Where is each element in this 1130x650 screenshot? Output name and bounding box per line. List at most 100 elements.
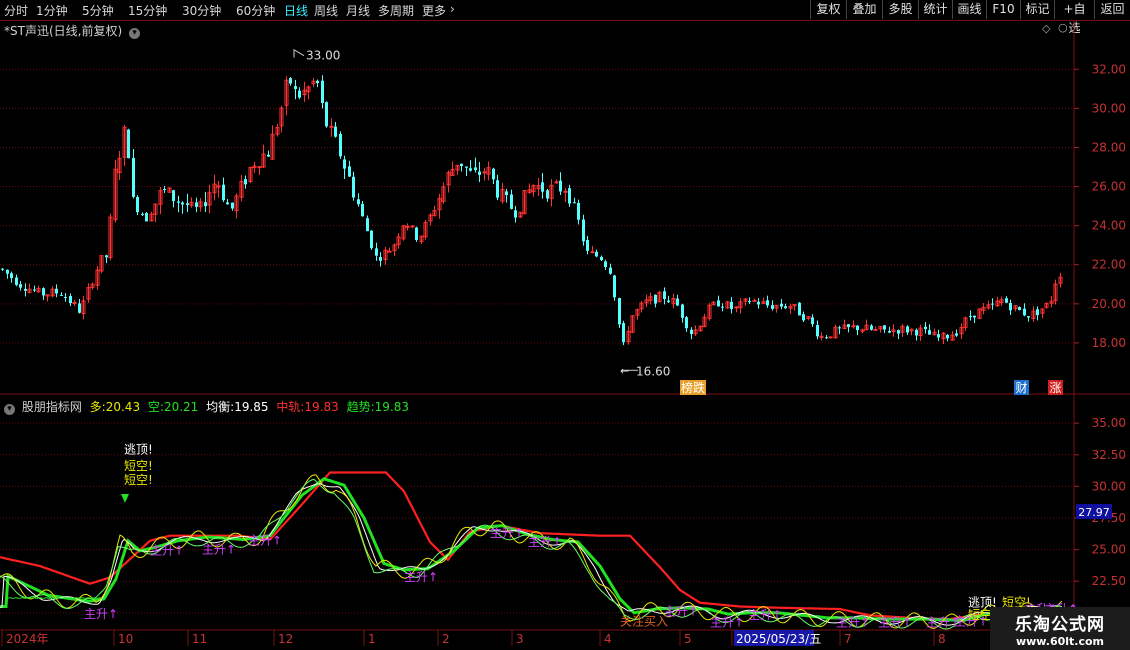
short-label: 空: — [147, 400, 164, 414]
candle-body-down — [946, 334, 949, 339]
candle-body-down — [613, 275, 616, 298]
current-value-tag: 27.97 — [1078, 506, 1110, 519]
candle-body-down — [667, 300, 670, 303]
candle-body-down — [64, 297, 67, 299]
candle-body-down — [163, 189, 166, 191]
candle-body-down — [816, 325, 819, 337]
candle-body-up — [387, 250, 392, 253]
candle-body-up — [257, 166, 262, 169]
candle-body-down — [361, 203, 364, 217]
time-axis-label: 7 — [844, 632, 852, 646]
candle-body-down — [244, 179, 247, 185]
stock-chart-canvas[interactable]: 32.00 30.00 28.00 26.00 24.00 22.00 20.00 18.00… — [0, 0, 1130, 650]
candle-body-down — [181, 202, 184, 205]
main-chart-title-bar: *ST声迅(日线,前复权) ▾ — [4, 22, 140, 39]
candle-body-down — [127, 129, 130, 159]
main-y-tick-label: 30.00 — [1092, 101, 1126, 115]
chevron-down-icon[interactable]: ▾ — [128, 28, 140, 39]
candle-body-down — [784, 306, 787, 309]
time-axis-label: 3 — [516, 632, 524, 646]
candle-body-down — [798, 302, 801, 316]
candle-body-down — [415, 227, 418, 241]
short-value: 20.21 — [163, 400, 199, 414]
candle-body-down — [717, 300, 720, 307]
candle-body-down — [78, 303, 81, 313]
diamond-icon[interactable]: ◇ — [1042, 22, 1050, 35]
indicator-name: 股朋指标网 — [21, 400, 82, 414]
circle-icon[interactable]: ○ — [1058, 21, 1068, 34]
candle-body-down — [33, 289, 36, 291]
candle-body-down — [325, 102, 328, 127]
candle-body-down — [465, 166, 468, 168]
candle-body-down — [24, 288, 27, 291]
dense-signal-mark: ∽ — [94, 591, 103, 604]
candle-body-down — [573, 202, 576, 204]
candle-body-down — [780, 303, 783, 307]
candle-body-up — [828, 336, 833, 339]
candle-body-down — [811, 317, 814, 325]
candle-body-down — [15, 277, 18, 285]
candle-body-down — [825, 337, 828, 339]
candle-body-down — [838, 327, 841, 329]
trend-label: 趋势: — [346, 400, 375, 414]
main-rise-signal: 主升↑ — [664, 604, 698, 618]
candle-body-down — [366, 218, 369, 232]
short-empty-signal: 短空! — [124, 459, 153, 473]
balance-label: 均衡: — [206, 400, 235, 414]
candle-body-down — [595, 251, 598, 257]
indicator-y-tick-label: 35.00 — [1092, 416, 1126, 430]
candle-body-down — [505, 191, 508, 196]
candle-body-down — [226, 202, 229, 205]
candle-body-down — [379, 257, 382, 261]
main-y-tick-label: 32.00 — [1092, 62, 1126, 76]
main-y-tick-label: 20.00 — [1092, 297, 1126, 311]
candle-body-down — [334, 126, 337, 137]
candle-body-down — [541, 182, 544, 192]
main-rise-signal: 主升↑ — [404, 570, 438, 584]
main-y-tick-label: 26.00 — [1092, 180, 1126, 194]
candle-body-down — [856, 325, 859, 331]
candle-body-down — [802, 314, 805, 321]
candle-body-down — [195, 202, 198, 207]
candle-body-up — [752, 299, 757, 302]
candle-body-down — [231, 202, 234, 209]
time-axis-label: 2024年 — [6, 632, 49, 646]
candle-body-down — [469, 168, 472, 171]
candle-body-down — [1009, 303, 1012, 311]
candle-body-down — [937, 334, 940, 338]
candle-body-down — [186, 203, 189, 206]
main-rise-signal: 主升↑ — [748, 608, 782, 622]
candle-body-up — [873, 328, 878, 331]
balance-value: 19.85 — [234, 400, 269, 414]
candlestick-series — [1, 75, 1063, 346]
time-axis-label: 12 — [278, 632, 293, 646]
candle-body-down — [663, 291, 666, 299]
event-badge: 财 — [1015, 381, 1027, 395]
main-rise-signal: 主升↑ — [150, 544, 184, 558]
candle-body-down — [10, 273, 13, 279]
candle-body-down — [928, 330, 931, 335]
main-rise-signal: 主升↑ — [490, 526, 524, 540]
candle-body-down — [568, 188, 571, 204]
candle-body-down — [1005, 298, 1008, 303]
candle-body-down — [510, 194, 513, 209]
low-price-label: 16.60 — [636, 364, 670, 378]
down-arrow-icon — [121, 493, 129, 503]
candle-body-down — [348, 166, 351, 177]
candle-body-down — [478, 171, 481, 175]
watch-buy-signal: 关注买入 — [620, 613, 668, 628]
candle-body-down — [766, 300, 769, 306]
time-axis-label: 11 — [192, 632, 207, 646]
candle-body-down — [460, 163, 463, 167]
candle-body-down — [559, 180, 562, 192]
chevron-down-icon[interactable]: ▾ — [4, 404, 15, 415]
candle-body-down — [222, 184, 225, 201]
candle-body-down — [1023, 308, 1026, 316]
main-rise-signal: 主升↑ — [878, 616, 912, 630]
candle-body-down — [586, 240, 589, 251]
main-y-tick-label: 22.00 — [1092, 258, 1126, 272]
indicator-y-tick-label: 25.00 — [1092, 543, 1126, 557]
time-axis-label: 2025/05/23/五 — [736, 632, 821, 646]
candle-body-down — [321, 80, 324, 103]
candle-body-up — [554, 181, 559, 184]
